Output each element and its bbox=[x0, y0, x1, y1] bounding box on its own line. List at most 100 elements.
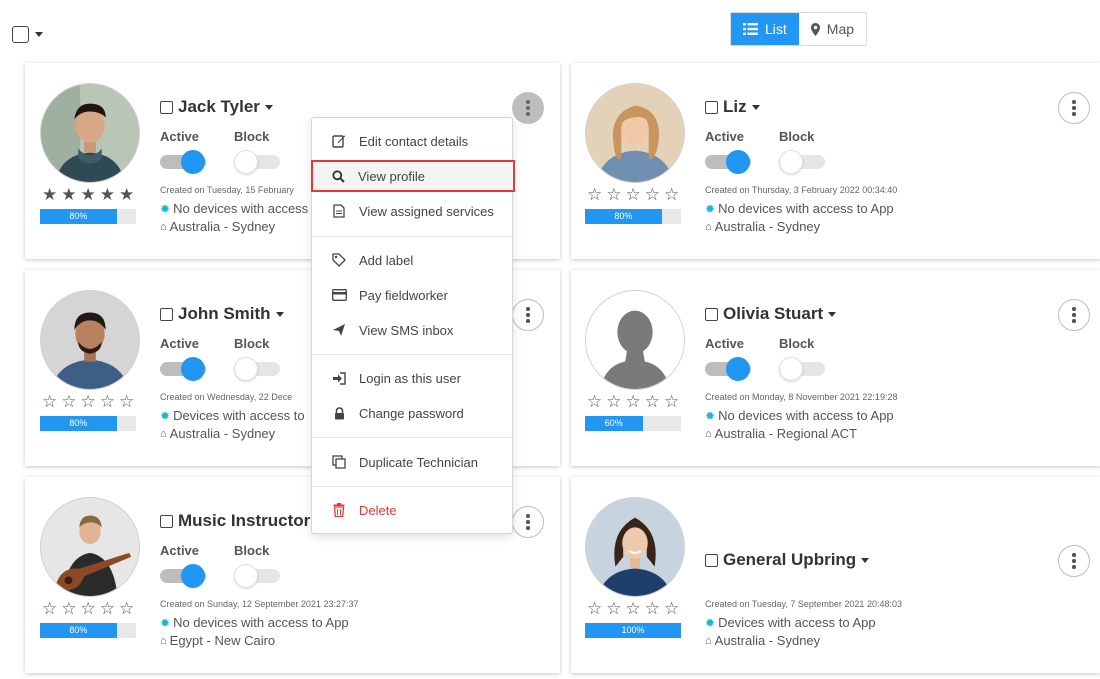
credit-card-icon bbox=[331, 289, 347, 301]
select-checkbox[interactable] bbox=[160, 514, 173, 528]
avatar[interactable] bbox=[585, 290, 685, 390]
block-switch[interactable] bbox=[779, 150, 825, 174]
menu-item-duplicate-technician[interactable]: Duplicate Technician bbox=[312, 446, 512, 478]
menu-separator bbox=[312, 236, 512, 237]
technician-card: ☆ ☆ ☆ ☆ ☆ 100% General Upbring Created o… bbox=[571, 477, 1100, 673]
technician-name[interactable]: Liz bbox=[723, 97, 747, 117]
list-icon bbox=[743, 23, 758, 35]
star-empty-icon: ☆ bbox=[606, 185, 622, 204]
select-all[interactable] bbox=[12, 26, 43, 43]
star-empty-icon: ☆ bbox=[625, 185, 641, 204]
technician-name[interactable]: Jack Tyler bbox=[178, 97, 260, 117]
block-toggle-group: Block bbox=[234, 336, 280, 381]
devices-text: No devices with access to App bbox=[718, 408, 894, 423]
location-text: Australia - Sydney bbox=[714, 633, 821, 648]
block-switch[interactable] bbox=[234, 564, 280, 588]
name-caret-icon[interactable] bbox=[275, 311, 284, 317]
select-checkbox[interactable] bbox=[160, 307, 173, 321]
block-label: Block bbox=[779, 336, 815, 351]
active-switch[interactable] bbox=[705, 150, 751, 174]
star-empty-icon: ☆ bbox=[119, 392, 135, 411]
menu-item-pay-fieldworker[interactable]: Pay fieldworker bbox=[312, 279, 512, 311]
avatar[interactable] bbox=[585, 497, 685, 597]
select-checkbox[interactable] bbox=[160, 100, 173, 114]
star-empty-icon: ☆ bbox=[625, 599, 641, 618]
active-switch[interactable] bbox=[705, 357, 751, 381]
active-switch[interactable] bbox=[160, 357, 206, 381]
rating-stars: ☆ ☆ ☆ ☆ ☆ bbox=[587, 600, 679, 617]
star-empty-icon: ☆ bbox=[625, 392, 641, 411]
block-label: Block bbox=[234, 336, 270, 351]
select-checkbox[interactable] bbox=[705, 100, 718, 114]
star-empty-icon: ☆ bbox=[644, 185, 660, 204]
active-toggle-group: Active bbox=[705, 129, 751, 174]
menu-item-login-as-user[interactable]: Login as this user bbox=[312, 362, 512, 394]
location: ⌂ Australia - Sydney bbox=[160, 426, 275, 441]
menu-item-delete[interactable]: Delete bbox=[312, 494, 512, 526]
technician-name[interactable]: Music Instructor bbox=[178, 511, 310, 531]
menu-item-label: Edit contact details bbox=[359, 133, 469, 149]
progress-label: 80% bbox=[40, 623, 117, 638]
more-options-button[interactable] bbox=[1058, 545, 1090, 577]
block-label: Block bbox=[234, 543, 270, 558]
name-caret-icon[interactable] bbox=[828, 311, 837, 317]
block-switch[interactable] bbox=[234, 357, 280, 381]
star-empty-icon: ☆ bbox=[606, 392, 622, 411]
menu-item-change-password[interactable]: Change password bbox=[312, 397, 512, 429]
more-options-button[interactable] bbox=[512, 299, 544, 331]
avatar[interactable] bbox=[585, 83, 685, 183]
status-toggles: Active Block bbox=[160, 543, 280, 588]
more-options-button[interactable] bbox=[1058, 92, 1090, 124]
list-view-button[interactable]: List bbox=[731, 13, 799, 45]
block-switch[interactable] bbox=[779, 357, 825, 381]
avatar-image bbox=[41, 84, 139, 182]
technician-name[interactable]: General Upbring bbox=[723, 550, 856, 570]
context-menu: Edit contact details View profile View a… bbox=[311, 117, 515, 534]
profile-progress: 60% bbox=[585, 416, 681, 431]
name-caret-icon[interactable] bbox=[861, 557, 870, 563]
menu-separator bbox=[312, 486, 512, 487]
block-switch[interactable] bbox=[234, 150, 280, 174]
name-row: Liz bbox=[705, 97, 760, 117]
active-switch[interactable] bbox=[160, 150, 206, 174]
avatar[interactable] bbox=[40, 290, 140, 390]
name-row: Jack Tyler bbox=[160, 97, 273, 117]
devices-text: No devices with access to App bbox=[173, 615, 349, 630]
badge-icon: ✹ bbox=[160, 615, 171, 630]
active-switch[interactable] bbox=[160, 564, 206, 588]
name-caret-icon[interactable] bbox=[264, 104, 273, 110]
location-text: Egypt - New Cairo bbox=[169, 633, 276, 648]
menu-item-add-label[interactable]: Add label bbox=[312, 244, 512, 276]
menu-item-edit-contact-details[interactable]: Edit contact details bbox=[312, 125, 512, 157]
status-toggles: Active Block bbox=[705, 336, 825, 381]
select-checkbox[interactable] bbox=[705, 553, 718, 567]
block-toggle-group: Block bbox=[234, 129, 280, 174]
more-options-button[interactable] bbox=[512, 506, 544, 538]
name-row: John Smith bbox=[160, 304, 284, 324]
select-all-checkbox[interactable] bbox=[12, 26, 29, 43]
menu-item-label: Add label bbox=[359, 252, 414, 268]
star-empty-icon: ☆ bbox=[80, 599, 96, 618]
star-empty-icon: ☆ bbox=[664, 599, 680, 618]
select-all-caret-icon[interactable] bbox=[35, 32, 43, 37]
star-empty-icon: ☆ bbox=[61, 599, 77, 618]
devices-status: ✹ Devices with access to App bbox=[705, 615, 876, 630]
name-row: General Upbring bbox=[705, 550, 870, 570]
select-checkbox[interactable] bbox=[705, 307, 718, 321]
avatar[interactable] bbox=[40, 83, 140, 183]
map-view-button[interactable]: Map bbox=[798, 13, 867, 45]
devices-text: Devices with access to App bbox=[718, 615, 876, 630]
progress-label: 60% bbox=[585, 416, 643, 431]
name-caret-icon[interactable] bbox=[751, 104, 760, 110]
badge-icon: ✹ bbox=[705, 615, 716, 630]
more-options-button[interactable] bbox=[1058, 299, 1090, 331]
location-text: Australia - Sydney bbox=[169, 426, 276, 441]
menu-item-view-profile[interactable]: View profile bbox=[311, 160, 515, 192]
menu-item-view-assigned-services[interactable]: View assigned services bbox=[312, 195, 512, 227]
menu-item-view-sms-inbox[interactable]: View SMS inbox bbox=[312, 314, 512, 346]
devices-text: No devices with access to App bbox=[718, 201, 894, 216]
technician-name[interactable]: John Smith bbox=[178, 304, 271, 324]
technician-name[interactable]: Olivia Stuart bbox=[723, 304, 823, 324]
avatar[interactable] bbox=[40, 497, 140, 597]
more-options-button[interactable] bbox=[512, 92, 544, 124]
